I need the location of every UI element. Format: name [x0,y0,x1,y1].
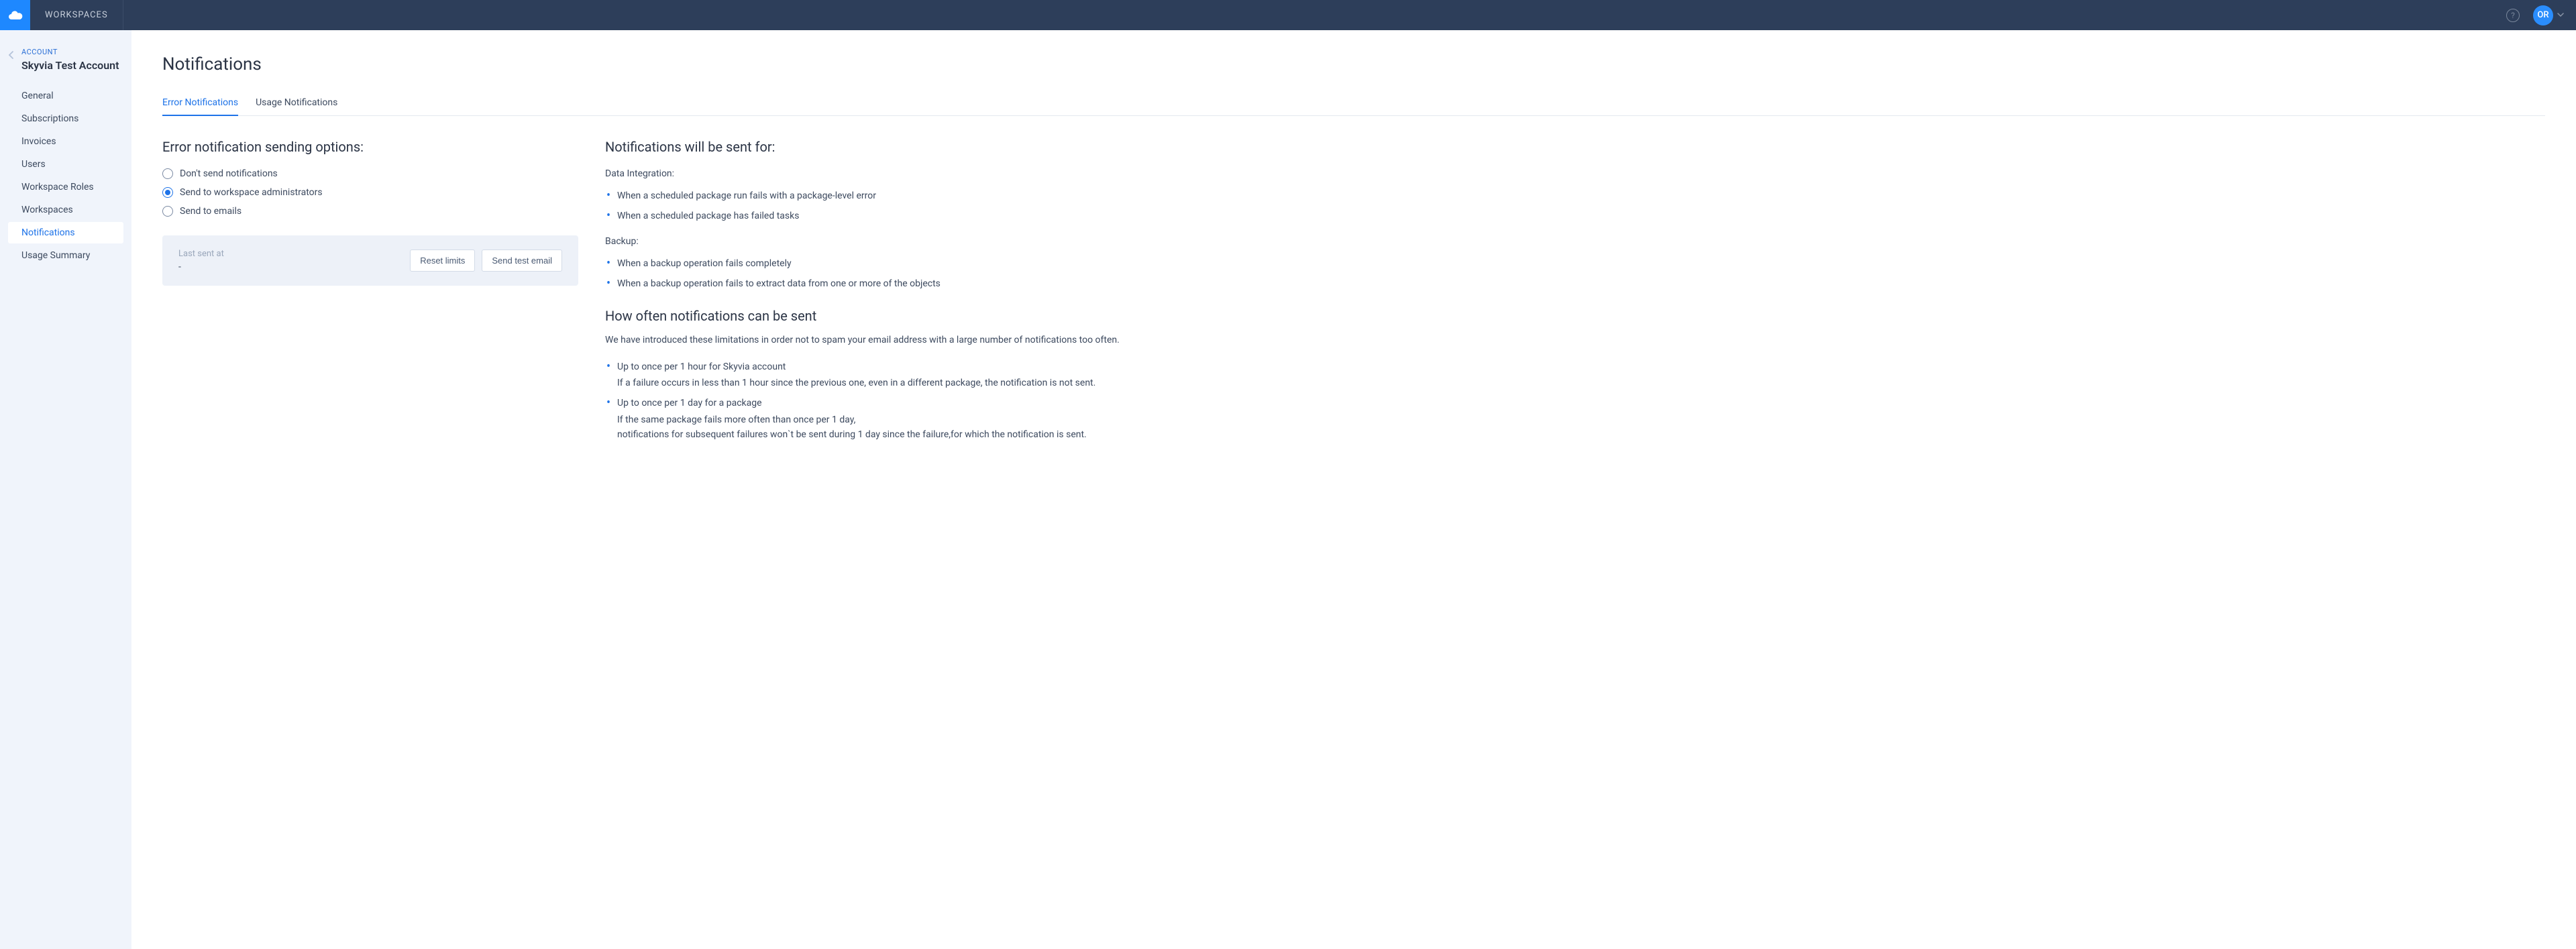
list-item: When a backup operation fails to extract… [617,274,2545,294]
list-item: When a scheduled package run fails with … [617,186,2545,206]
sidebar-item-workspace-roles[interactable]: Workspace Roles [8,176,123,198]
user-menu[interactable]: OR [2533,5,2564,25]
page-title: Notifications [162,54,2545,74]
reset-limits-button[interactable]: Reset limits [410,249,475,272]
option-send-workspace-admins[interactable]: Send to workspace administrators [162,187,578,198]
sidebar-item-subscriptions[interactable]: Subscriptions [8,108,123,129]
sidebar-item-users[interactable]: Users [8,154,123,175]
last-sent-value: - [178,262,410,272]
data-integration-list: When a scheduled package run fails with … [605,186,2545,227]
cloud-icon [7,7,23,23]
chevron-down-icon [2557,10,2564,21]
last-sent-label: Last sent at [178,249,410,259]
sidebar-item-general[interactable]: General [8,85,123,107]
logo[interactable] [0,0,30,30]
main: Notifications Error Notifications Usage … [131,30,2576,949]
send-test-email-button[interactable]: Send test email [482,249,562,272]
tabs: Error Notifications Usage Notifications [162,91,2545,116]
chevron-left-icon [7,50,16,60]
sidebar-item-workspaces[interactable]: Workspaces [8,199,123,221]
frequency-heading: How often notifications can be sent [605,308,2545,324]
sidebar-item-notifications[interactable]: Notifications [8,222,123,243]
sidebar-title: Skyvia Test Account [21,59,122,72]
freq-item-title: Up to once per 1 hour for Skyvia account [617,359,2545,374]
sidebar-item-usage-summary[interactable]: Usage Summary [8,245,123,266]
sidebar-item-invoices[interactable]: Invoices [8,131,123,152]
sidebar-nav: General Subscriptions Invoices Users Wor… [0,85,131,268]
sidebar: ACCOUNT Skyvia Test Account General Subs… [0,30,131,949]
freq-item-sub: If a failure occurs in less than 1 hour … [617,376,2545,390]
radio-icon [162,187,173,198]
backup-list: When a backup operation fails completely… [605,254,2545,294]
frequency-intro: We have introduced these limitations in … [605,333,2545,347]
topbar: WORKSPACES ? OR [0,0,2576,30]
sending-options-heading: Error notification sending options: [162,139,578,155]
radio-label: Send to workspace administrators [180,187,323,198]
radio-icon [162,168,173,179]
avatar: OR [2533,5,2553,25]
option-dont-send[interactable]: Don't send notifications [162,168,578,179]
freq-item-sub: If the same package fails more often tha… [617,412,2545,443]
list-item: When a scheduled package has failed task… [617,206,2545,226]
tab-error-notifications[interactable]: Error Notifications [162,91,238,116]
radio-label: Send to emails [180,206,241,217]
tab-usage-notifications[interactable]: Usage Notifications [256,91,337,115]
frequency-list: Up to once per 1 hour for Skyvia account… [605,357,2545,445]
workspaces-link[interactable]: WORKSPACES [30,10,123,20]
back-button[interactable] [7,50,16,62]
list-item: When a backup operation fails completely [617,254,2545,274]
freq-item-title: Up to once per 1 day for a package [617,396,2545,410]
help-icon[interactable]: ? [2506,9,2520,22]
radio-icon [162,206,173,217]
list-item: Up to once per 1 hour for Skyvia account… [617,357,2545,394]
backup-label: Backup: [605,236,2545,247]
sent-for-heading: Notifications will be sent for: [605,139,2545,155]
data-integration-label: Data Integration: [605,168,2545,179]
sidebar-eyebrow: ACCOUNT [21,48,122,56]
option-send-emails[interactable]: Send to emails [162,206,578,217]
radio-label: Don't send notifications [180,168,278,179]
list-item: Up to once per 1 day for a package If th… [617,393,2545,445]
last-sent-panel: Last sent at - Reset limits Send test em… [162,235,578,286]
sending-options-group: Don't send notifications Send to workspa… [162,168,578,217]
